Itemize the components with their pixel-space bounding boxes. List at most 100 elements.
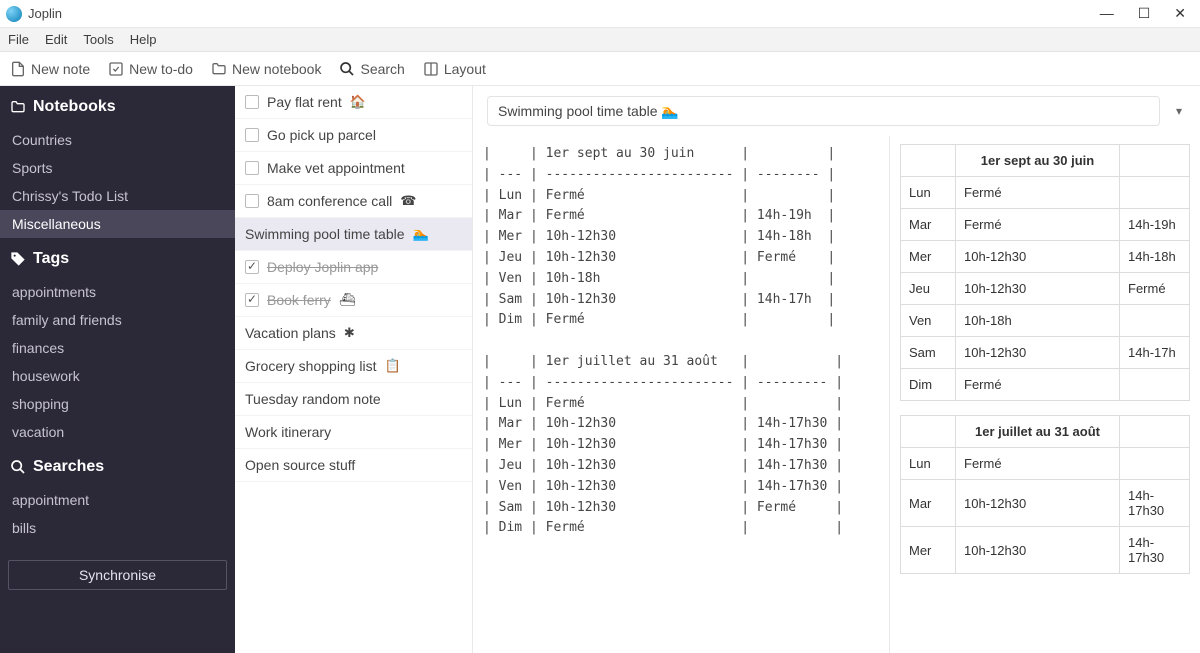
sidebar-search-item[interactable]: appointment (0, 486, 235, 514)
rendered-table: 1er juillet au 31 aoûtLunFerméMar10h-12h… (900, 415, 1190, 574)
folder-icon (211, 61, 227, 77)
new-notebook-label: New notebook (232, 61, 322, 77)
table-title-cell: 1er juillet au 31 août (956, 416, 1120, 448)
tag-icon (10, 251, 26, 267)
table-cell: Lun (901, 448, 956, 480)
synchronise-button[interactable]: Synchronise (8, 560, 227, 590)
table-cell: 10h-12h30 (956, 241, 1120, 273)
new-notebook-button[interactable]: New notebook (211, 61, 322, 77)
searches-section-title[interactable]: Searches (0, 446, 235, 486)
table-cell: 14h-17h (1120, 337, 1190, 369)
sidebar-tag-item[interactable]: finances (0, 334, 235, 362)
table-row: LunFermé (901, 448, 1190, 480)
note-list-item-label: Pay flat rent (267, 94, 342, 110)
app-title: Joplin (28, 6, 62, 21)
table-cell: 10h-12h30 (956, 480, 1120, 527)
rendered-preview-pane[interactable]: 1er sept au 30 juinLunFerméMarFermé14h-1… (890, 136, 1200, 653)
table-row: Mer10h-12h3014h-18h (901, 241, 1190, 273)
menubar: File Edit Tools Help (0, 28, 1200, 52)
new-note-label: New note (31, 61, 90, 77)
sidebar-notebook-item[interactable]: Countries (0, 126, 235, 154)
note-list-item-label: Work itinerary (245, 424, 331, 440)
todo-checkbox[interactable] (245, 161, 259, 175)
table-row: Sam10h-12h3014h-17h (901, 337, 1190, 369)
menu-tools[interactable]: Tools (83, 32, 113, 47)
new-note-button[interactable]: New note (10, 61, 90, 77)
new-todo-button[interactable]: New to-do (108, 61, 193, 77)
table-row: Mer10h-12h3014h-17h30 (901, 527, 1190, 574)
markdown-source-pane[interactable]: | | 1er sept au 30 juin | | | --- | ----… (473, 136, 890, 653)
table-row: Ven10h-18h (901, 305, 1190, 337)
note-list-item[interactable]: Book ferry ⛴ (235, 284, 472, 317)
window-maximize-button[interactable]: ☐ (1138, 5, 1151, 22)
menu-file[interactable]: File (8, 32, 29, 47)
search-button[interactable]: Search (339, 61, 404, 77)
note-emoji-icon: ☎ (400, 193, 416, 209)
note-emoji-icon: ⛴ (339, 292, 356, 308)
note-list-item[interactable]: Swimming pool time table🏊 (235, 218, 472, 251)
note-list-item[interactable]: Tuesday random note (235, 383, 472, 416)
table-cell: Ven (901, 305, 956, 337)
search-icon (339, 61, 355, 77)
table-row: LunFermé (901, 177, 1190, 209)
sidebar: Notebooks CountriesSportsChrissy's Todo … (0, 86, 235, 653)
new-todo-label: New to-do (129, 61, 193, 77)
sidebar-search-item[interactable]: bills (0, 514, 235, 542)
note-list-item[interactable]: Make vet appointment (235, 152, 472, 185)
sidebar-notebook-item[interactable]: Sports (0, 154, 235, 182)
sidebar-tag-item[interactable]: vacation (0, 418, 235, 446)
table-cell: Fermé (1120, 273, 1190, 305)
table-cell: Mar (901, 480, 956, 527)
note-list-item-label: Make vet appointment (267, 160, 405, 176)
search-label: Search (360, 61, 404, 77)
titlebar: Joplin — ☐ ✕ (0, 0, 1200, 28)
note-list-item[interactable]: 8am conference call ☎ (235, 185, 472, 218)
app-logo-icon (6, 6, 22, 22)
note-actions-chevron-down-icon[interactable]: ▾ (1172, 100, 1186, 122)
menu-edit[interactable]: Edit (45, 32, 67, 47)
window-minimize-button[interactable]: — (1100, 5, 1114, 22)
window-close-button[interactable]: ✕ (1174, 5, 1186, 22)
note-list-item-label: Swimming pool time table (245, 226, 405, 242)
todo-checkbox[interactable] (245, 128, 259, 142)
sidebar-tag-item[interactable]: appointments (0, 278, 235, 306)
note-list-item[interactable]: Vacation plans ✱ (235, 317, 472, 350)
note-list-item[interactable]: Open source stuff (235, 449, 472, 482)
table-cell: 10h-12h30 (956, 337, 1120, 369)
menu-help[interactable]: Help (130, 32, 157, 47)
note-list-item[interactable]: Deploy Joplin app (235, 251, 472, 284)
todo-checkbox[interactable] (245, 260, 259, 274)
table-cell: 10h-18h (956, 305, 1120, 337)
todo-checkbox[interactable] (245, 194, 259, 208)
note-emoji-icon: ✱ (344, 325, 355, 341)
note-title-input[interactable] (487, 96, 1160, 126)
table-cell: 14h-19h (1120, 209, 1190, 241)
table-cell: Fermé (956, 448, 1120, 480)
notebooks-section-title[interactable]: Notebooks (0, 86, 235, 126)
table-cell: Lun (901, 177, 956, 209)
toolbar: New note New to-do New notebook Search L… (0, 52, 1200, 86)
todo-checkbox[interactable] (245, 95, 259, 109)
sidebar-notebook-item[interactable]: Chrissy's Todo List (0, 182, 235, 210)
todo-checkbox[interactable] (245, 293, 259, 307)
sidebar-tag-item[interactable]: family and friends (0, 306, 235, 334)
note-list-item-label: Vacation plans (245, 325, 336, 341)
table-cell: Mer (901, 527, 956, 574)
table-cell: Fermé (956, 177, 1120, 209)
sidebar-tag-item[interactable]: shopping (0, 390, 235, 418)
note-list-item[interactable]: Pay flat rent 🏠 (235, 86, 472, 119)
sidebar-tag-item[interactable]: housework (0, 362, 235, 390)
note-list-item[interactable]: Go pick up parcel (235, 119, 472, 152)
table-cell: Jeu (901, 273, 956, 305)
note-list-item-label: Tuesday random note (245, 391, 381, 407)
layout-button[interactable]: Layout (423, 61, 486, 77)
table-cell: 14h-17h30 (1120, 480, 1190, 527)
sidebar-notebook-item[interactable]: Miscellaneous (0, 210, 235, 238)
note-list-item[interactable]: Grocery shopping list📋 (235, 350, 472, 383)
note-list-item-label: Book ferry (267, 292, 331, 308)
table-cell: Mar (901, 209, 956, 241)
tags-section-title[interactable]: Tags (0, 238, 235, 278)
note-emoji-icon: 🏠 (350, 94, 366, 110)
note-list-item[interactable]: Work itinerary (235, 416, 472, 449)
note-list-item-label: 8am conference call (267, 193, 392, 209)
